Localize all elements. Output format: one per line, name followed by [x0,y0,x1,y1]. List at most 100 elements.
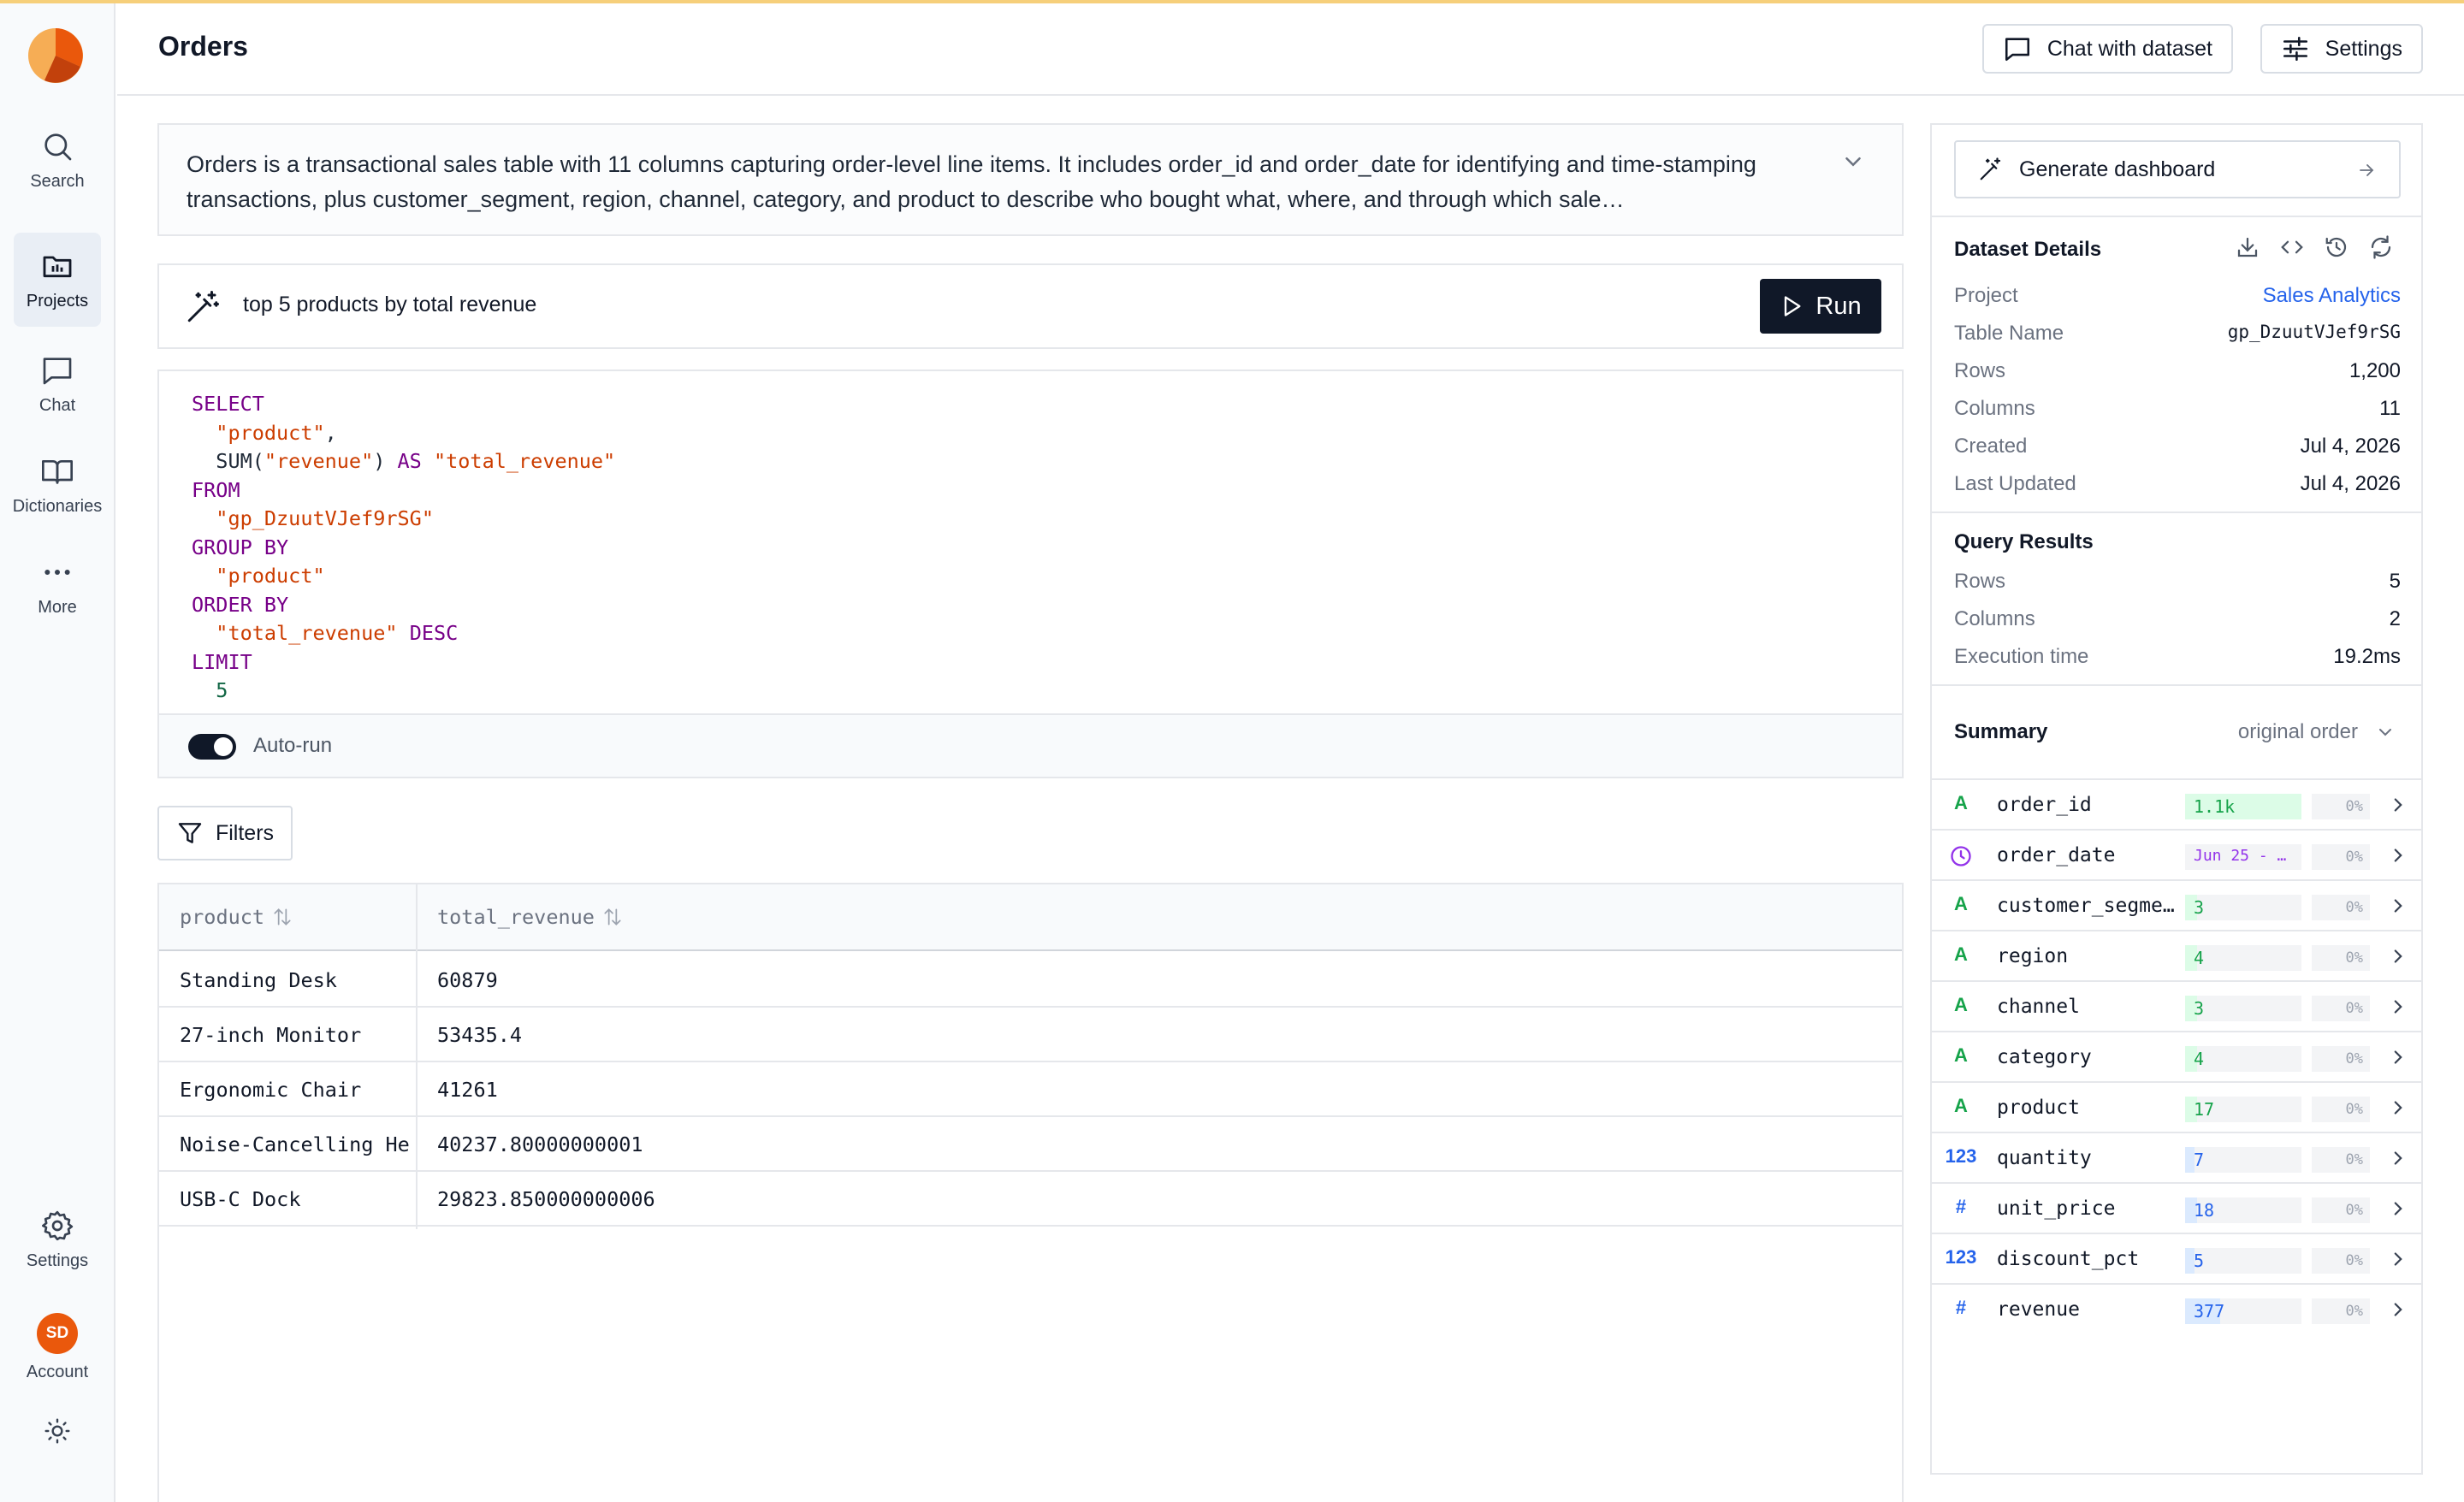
query-input[interactable]: top 5 products by total revenue [243,293,536,317]
nav-search[interactable]: Search [14,113,101,207]
nav-projects[interactable]: Projects [14,233,101,327]
detail-row: Rows 1,200 [1954,359,2401,385]
settings-button[interactable]: Settings [2260,24,2423,74]
detail-row: Execution time 19.2ms [1954,645,2401,671]
detail-row: Columns 11 [1954,397,2401,423]
chevron-right-icon[interactable] [2387,895,2409,917]
summary-row[interactable]: 123 quantity 7 0% [1932,1132,2421,1182]
summary-order-label: original order [2237,720,2358,743]
summary-row[interactable]: Aregion 4 0% [1932,930,2421,980]
type-badge: A [1954,994,1968,1015]
type-badge: # [1955,1196,1967,1217]
chevron-right-icon[interactable] [2387,844,2409,866]
nav-more[interactable]: More [14,539,101,633]
null-percentage: 0% [2312,1197,2370,1223]
sql-token: LIMIT [192,649,252,674]
chevron-right-icon[interactable] [2387,1097,2409,1119]
distinct-bar: 4 [2185,1046,2301,1072]
dataset-panel: Generate dashboard Dataset Details Proje… [1930,123,2423,1475]
nav-settings[interactable]: Settings [14,1192,101,1286]
summary-order-select[interactable]: original order [2238,720,2396,744]
column-header-total-revenue[interactable]: total_revenue [437,905,624,929]
table-row[interactable]: Ergonomic Chair 41261 [159,1062,1902,1117]
detail-key: Table Name [1954,322,2064,345]
chevron-right-icon[interactable] [2387,1046,2409,1068]
run-button[interactable]: Run [1760,279,1881,334]
summary-row[interactable]: 123 discount_pct 5 0% [1932,1233,2421,1283]
summary-row[interactable]: Acategory 4 0% [1932,1031,2421,1081]
summary-row[interactable]: # unit_price 18 0% [1932,1182,2421,1233]
table-row[interactable]: Noise-Cancelling Headphones 40237.8000000… [159,1117,1902,1172]
distinct-count: 3 [2194,998,2205,1019]
table-row[interactable]: Standing Desk 60879 [159,953,1902,1008]
detail-row: Created Jul 4, 2026 [1954,435,2401,460]
filters-button[interactable]: Filters [157,806,293,860]
chat-with-dataset-label: Chat with dataset [2046,36,2212,61]
detail-key: Created [1954,435,2028,458]
app-logo[interactable] [27,27,84,84]
sql-line: SUM("revenue") AS "total_revenue" [192,447,615,476]
refresh-icon[interactable] [2368,234,2394,260]
chevron-down-icon[interactable] [1840,149,1866,174]
distinct-count: 377 [2194,1301,2225,1322]
cell-product: Standing Desk [180,968,337,992]
sql-code[interactable]: SELECT "product", SUM("revenue") AS "tot… [192,390,615,706]
summary-row[interactable]: Aproduct 17 0% [1932,1081,2421,1132]
null-percentage: 0% [2312,844,2370,870]
table-row[interactable]: USB-C Dock 29823.850000000006 [159,1172,1902,1227]
distinct-bar: 5 [2185,1248,2301,1274]
sql-editor[interactable]: SELECT "product", SUM("revenue") AS "tot… [157,370,1904,778]
sql-token: "total_revenue" [433,449,616,473]
chevron-right-icon[interactable] [2387,1298,2409,1321]
generate-dashboard-button[interactable]: Generate dashboard [1954,140,2401,198]
nav-account[interactable]: SD Account [14,1300,101,1394]
history-icon[interactable] [2324,234,2349,260]
sql-line: "total_revenue" DESC [192,619,615,648]
column-header-label: product [180,905,265,929]
magic-wand-icon [187,291,219,322]
chat-icon [43,357,72,384]
chevron-down-icon [2379,729,2391,736]
sort-icon[interactable] [271,906,293,928]
detail-key: Last Updated [1954,472,2076,495]
nav-dictionaries[interactable]: Dictionaries [13,438,102,532]
dataset-description[interactable]: Orders is a transactional sales table wi… [157,123,1904,236]
sql-line: "product", [192,419,615,448]
summary-row[interactable]: # revenue 377 0% [1932,1283,2421,1333]
chevron-right-icon[interactable] [2387,794,2409,816]
nav-chat[interactable]: Chat [14,337,101,431]
chevron-right-icon[interactable] [2387,996,2409,1018]
summary-row[interactable]: order_date Jun 25 - … 0% [1932,829,2421,879]
play-icon [1785,296,1801,316]
divider [1932,684,2421,686]
sql-token: FROM [192,477,240,502]
nav-account-label: Account [26,1362,89,1381]
table-row[interactable]: 27-inch Monitor 53435.4 [159,1008,1902,1062]
summary-row[interactable]: Acustomer_segment 3 0% [1932,879,2421,930]
null-percentage-label: 0% [2345,849,2363,866]
chevron-right-icon[interactable] [2387,1197,2409,1220]
chat-with-dataset-button[interactable]: Chat with dataset [1981,24,2233,74]
theme-toggle[interactable] [14,1401,101,1461]
column-name: order_id [1997,794,2092,816]
detail-key: Execution time [1954,645,2089,668]
distinct-bar: 4 [2185,945,2301,971]
summary-row[interactable]: Achannel 3 0% [1932,980,2421,1031]
distinct-bar: Jun 25 - … [2185,844,2301,870]
download-icon[interactable] [2235,234,2260,260]
null-percentage-label: 0% [2345,1303,2363,1320]
detail-value[interactable]: Sales Analytics [2263,284,2401,308]
search-icon [44,133,72,160]
sort-icon[interactable] [601,906,624,928]
chevron-right-icon[interactable] [2387,945,2409,967]
chevron-right-icon[interactable] [2387,1147,2409,1169]
autorun-toggle[interactable] [188,734,236,760]
chevron-right-icon[interactable] [2387,1248,2409,1270]
code-icon[interactable] [2279,234,2305,260]
summary-row[interactable]: Aorder_id 1.1k 0% [1932,778,2421,829]
column-header-product[interactable]: product [180,905,293,929]
